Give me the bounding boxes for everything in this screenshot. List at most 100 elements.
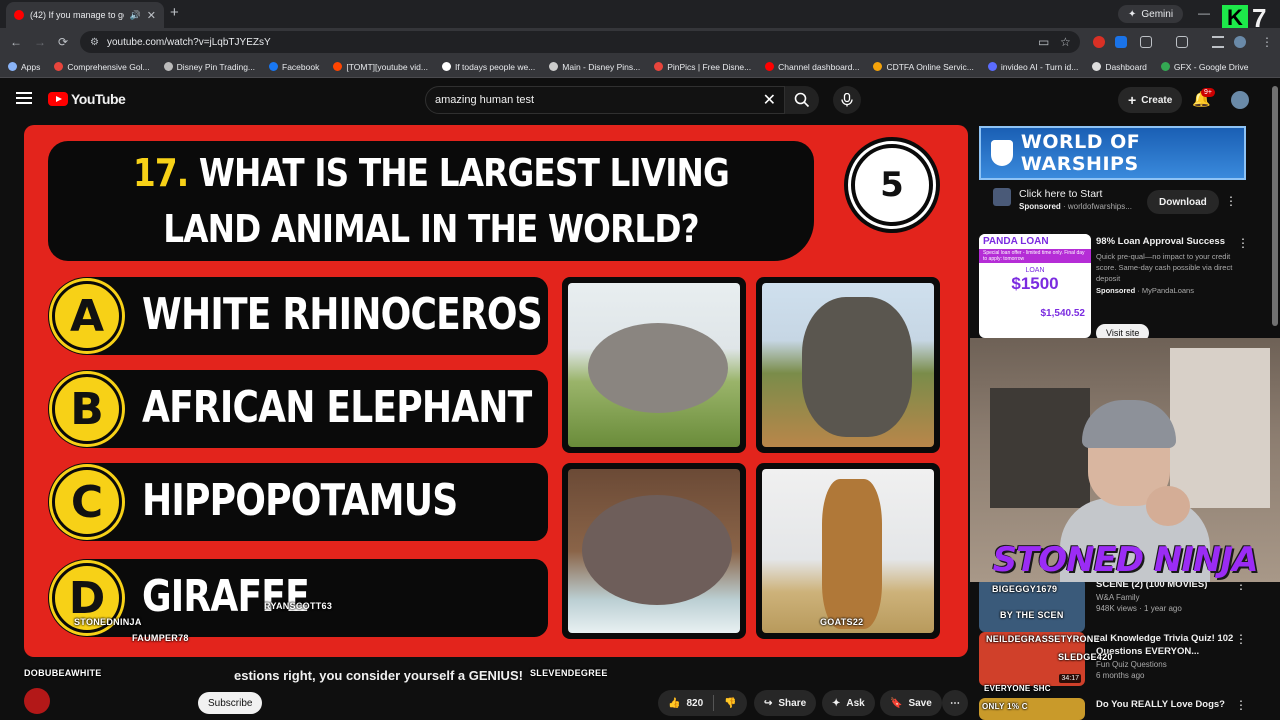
bookmark-favicon-icon xyxy=(873,62,883,71)
bookmark-label: Facebook xyxy=(282,61,320,72)
extension-blue-icon[interactable] xyxy=(1115,36,1127,48)
bookmark-item[interactable]: Facebook xyxy=(269,62,319,72)
hamburger-menu-icon[interactable] xyxy=(16,92,32,104)
bookmark-item[interactable]: Comprehensive Gol... xyxy=(54,62,150,72)
warships-ad[interactable]: WORLD OF WARSHIPS Click here to Start Sp… xyxy=(979,126,1246,224)
cast-icon[interactable]: ▭ xyxy=(1038,35,1049,49)
gemini-button[interactable]: ✦ Gemini xyxy=(1118,5,1184,23)
like-count: 820 xyxy=(686,697,704,709)
site-info-icon[interactable]: ⚙ xyxy=(90,37,99,48)
bookmark-item[interactable]: GFX - Google Drive xyxy=(1160,62,1249,72)
overlay-username: SLEVENDEGREE xyxy=(530,668,608,678)
warships-shield-icon xyxy=(991,140,1013,166)
ask-label: Ask xyxy=(846,697,865,709)
save-button[interactable]: 🔖 Save xyxy=(880,690,942,716)
answer-letter: B xyxy=(52,374,122,444)
sponsored-label: Sponsored xyxy=(1019,202,1061,211)
warships-title: WORLD OF WARSHIPS xyxy=(1020,131,1141,175)
browser-tab-bar: (42) If you manage to get 5 🔊 ✕ + ✦ Gemi… xyxy=(0,0,1280,33)
more-actions-button[interactable]: ⋯ xyxy=(942,690,968,716)
clear-search-icon[interactable]: ✕ xyxy=(763,90,776,110)
panda-band: Special loan offer - limited time only. … xyxy=(979,249,1091,263)
download-button[interactable]: Download xyxy=(1147,190,1219,214)
bookmark-favicon-icon xyxy=(333,62,343,71)
profile-icon[interactable] xyxy=(1234,36,1246,48)
search-input[interactable]: amazing human test ✕ xyxy=(425,86,785,114)
panda-loan-image[interactable]: PANDA LOAN Special loan offer - limited … xyxy=(979,234,1091,338)
related-title[interactable]: ral Knowledge Trivia Quiz! 102 Questions… xyxy=(1096,632,1241,658)
overlay-username: STONEDNINJA xyxy=(74,617,142,627)
omnibox[interactable]: ⚙ youtube.com/watch?v=jLqbTJYEZsY xyxy=(80,31,1080,53)
related-menu-icon[interactable]: ⋮ xyxy=(1235,632,1247,646)
share-button[interactable]: ↪ Share xyxy=(754,690,817,716)
minimize-icon[interactable]: — xyxy=(1198,6,1210,20)
bookmark-item[interactable]: If todays people we... xyxy=(441,62,535,72)
extension-red-icon[interactable] xyxy=(1093,36,1105,48)
bookmark-label: [TOMT][youtube vid... xyxy=(346,61,428,72)
menu-kebab-icon[interactable]: ⋮ xyxy=(1261,35,1273,49)
speaker-icon[interactable]: 🔊 xyxy=(130,10,141,21)
bookmark-item[interactable]: Disney Pin Trading... xyxy=(163,62,255,72)
ad-menu-icon[interactable]: ⋮ xyxy=(1237,236,1249,250)
panda-loan-ad[interactable]: PANDA LOAN Special loan offer - limited … xyxy=(979,234,1249,342)
bookmark-item[interactable]: invideo AI - Turn id... xyxy=(987,61,1079,72)
bookmark-label: CDTFA Online Servic... xyxy=(886,61,974,72)
bookmark-favicon-icon xyxy=(269,62,279,71)
panda-amount: $1500 xyxy=(1011,274,1059,293)
bookmark-favicon-icon xyxy=(765,62,775,71)
ad-title[interactable]: Click here to Start xyxy=(1019,188,1132,200)
bookmark-item[interactable]: Main - Disney Pins... xyxy=(549,62,640,72)
warships-banner[interactable]: WORLD OF WARSHIPS xyxy=(979,126,1246,180)
bookmark-favicon-icon xyxy=(163,62,173,71)
bookmark-item[interactable]: PinPics | Free Disne... xyxy=(654,62,751,72)
related-meta: 6 months ago xyxy=(1096,671,1145,680)
share-icon: ↪ xyxy=(764,697,773,709)
browser-tab[interactable]: (42) If you manage to get 5 🔊 ✕ xyxy=(6,2,164,28)
new-tab-icon[interactable]: + xyxy=(170,4,179,21)
ask-button[interactable]: ✦ Ask xyxy=(822,690,875,716)
bookmark-favicon-icon xyxy=(54,62,64,71)
close-tab-icon[interactable]: ✕ xyxy=(147,9,156,22)
timer-value: 5 xyxy=(851,144,933,226)
bookmark-item[interactable]: Channel dashboard... xyxy=(765,62,859,72)
bookmark-item[interactable]: [TOMT][youtube vid... xyxy=(333,62,428,72)
page-scrollbar[interactable] xyxy=(1272,86,1278,326)
search-button[interactable] xyxy=(785,86,819,114)
sparkle-icon: ✦ xyxy=(1128,8,1137,20)
notification-badge: 9+ xyxy=(1201,88,1215,97)
overlay-username: DOBUBEAWHITE xyxy=(24,668,102,678)
voice-search-button[interactable] xyxy=(833,86,861,114)
reload-icon[interactable]: ⟳ xyxy=(58,35,68,49)
ad-menu-icon[interactable]: ⋮ xyxy=(1225,194,1237,208)
ad-title[interactable]: 98% Loan Approval Success xyxy=(1096,236,1236,247)
account-avatar[interactable] xyxy=(1231,91,1249,109)
video-player[interactable]: 17. WHAT IS THE LARGEST LIVING LAND ANIM… xyxy=(24,125,968,657)
like-button[interactable]: 👍 820 👎 xyxy=(658,690,747,716)
back-icon[interactable]: ← xyxy=(10,35,22,49)
related-title[interactable]: Do You REALLY Love Dogs? xyxy=(1096,698,1241,711)
youtube-logo[interactable]: YouTube xyxy=(48,91,126,107)
bookmark-favicon-icon xyxy=(1092,62,1102,71)
bookmark-item[interactable]: CDTFA Online Servic... xyxy=(873,61,974,72)
forward-icon[interactable]: → xyxy=(34,35,46,49)
related-menu-icon[interactable]: ⋮ xyxy=(1235,698,1247,712)
giraffe-image xyxy=(756,463,940,639)
tab-search-icon[interactable] xyxy=(1176,36,1188,48)
overlay-username: RYANSCOTT63 xyxy=(264,601,333,611)
bookmark-star-icon[interactable]: ☆ xyxy=(1060,35,1071,49)
share-label: Share xyxy=(778,697,807,709)
subscribe-button[interactable]: Subscribe xyxy=(198,692,263,714)
tab-title: (42) If you manage to get 5 xyxy=(30,10,124,20)
answer-letter: C xyxy=(52,467,122,537)
answer-a: A WHITE RHINOCEROS xyxy=(48,277,548,355)
bookmark-label: invideo AI - Turn id... xyxy=(1000,61,1079,72)
channel-avatar[interactable] xyxy=(24,688,50,714)
bookmark-label: Main - Disney Pins... xyxy=(562,61,641,72)
extensions-puzzle-icon[interactable] xyxy=(1140,36,1152,48)
divider xyxy=(713,695,715,711)
bookmark-item[interactable]: Apps xyxy=(8,62,40,72)
thumbs-down-icon[interactable]: 👎 xyxy=(724,698,736,709)
downloads-icon[interactable] xyxy=(1212,36,1224,48)
create-button[interactable]: + Create xyxy=(1118,87,1183,113)
bookmark-item[interactable]: Dashboard xyxy=(1092,62,1147,72)
